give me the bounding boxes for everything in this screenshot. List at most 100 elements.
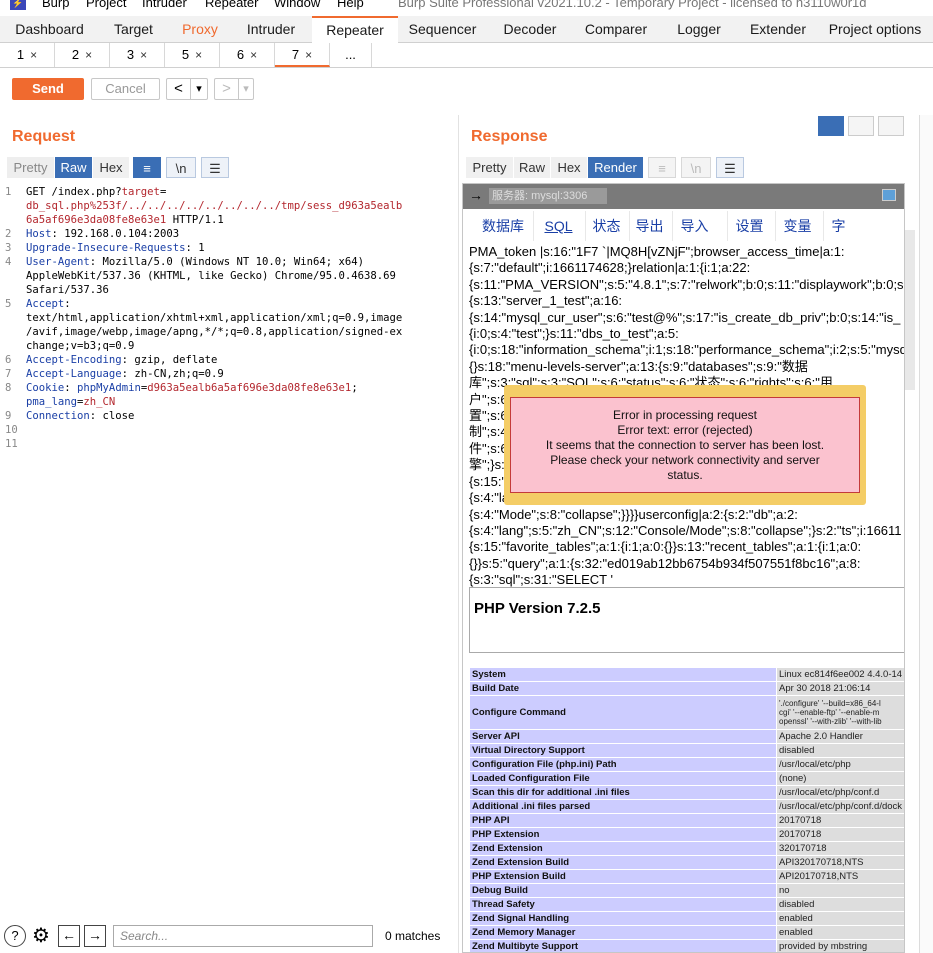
chevron-down-icon[interactable]: ▾	[239, 79, 253, 99]
cancel-button[interactable]: Cancel	[91, 78, 160, 100]
response-view-raw[interactable]: Raw	[514, 157, 550, 178]
response-view-hex[interactable]: Hex	[551, 157, 587, 178]
split-vertical-icon[interactable]	[848, 116, 874, 136]
subtab-5[interactable]: 5 ×	[165, 43, 220, 67]
request-editor[interactable]: 1 GET /index.php?target= db_sql.php%253f/.…	[5, 183, 453, 923]
phpinfo-key: Zend Extension Build	[469, 855, 777, 870]
server-breadcrumb[interactable]: 服务器: mysql:3306	[489, 188, 607, 204]
phpinfo-key: System	[469, 667, 777, 682]
close-icon[interactable]: ×	[250, 48, 257, 62]
tab-repeater[interactable]: Repeater	[312, 16, 398, 43]
split-horizontal-icon[interactable]	[818, 116, 844, 136]
subtab-3[interactable]: 3 ×	[110, 43, 165, 67]
send-button[interactable]: Send	[12, 78, 84, 100]
tab-target[interactable]: Target	[95, 16, 172, 43]
tab-decoder[interactable]: Decoder	[487, 16, 573, 43]
arrow-right-icon[interactable]: →	[469, 187, 483, 203]
wrap-lines-icon[interactable]: ≡	[648, 157, 676, 178]
pma-tab-export[interactable]: 导出	[629, 211, 669, 241]
pma-tab-settings[interactable]: 设置	[727, 211, 771, 241]
php-version-header: PHP Version 7.2.5	[469, 587, 904, 653]
close-icon[interactable]: ×	[85, 48, 92, 62]
phpinfo-value: enabled	[776, 911, 904, 926]
session-line: {s:11:"PMA_VERSION";s:5:"4.8.1";s:7:"rel…	[469, 276, 905, 292]
request-line: text/html,application/xhtml+xml,applicat…	[26, 311, 402, 325]
menu-window[interactable]: Window	[274, 0, 320, 10]
render-view[interactable]: → 服务器: mysql:3306 数据库 SQL 状态 导出 导入 设置 变量…	[462, 183, 905, 953]
phpinfo-row: Zend Memory Manager enabled	[469, 925, 904, 940]
close-icon[interactable]: ×	[140, 48, 147, 62]
gear-icon[interactable]: ⚙	[30, 925, 52, 947]
request-view-hex[interactable]: Hex	[93, 157, 129, 178]
request-token: Host	[26, 228, 52, 240]
request-line: Host: 192.168.0.104:2003	[26, 227, 179, 241]
back-arrow-icon[interactable]: <	[167, 79, 191, 99]
layout-toggle	[818, 116, 906, 136]
menu-icon[interactable]: ☰	[201, 157, 229, 178]
tabs-view-icon[interactable]	[878, 116, 904, 136]
next-match-icon[interactable]: →	[84, 925, 106, 947]
menu-intruder[interactable]: Intruder	[142, 0, 187, 10]
request-line: Accept:	[26, 297, 71, 311]
pma-tab-sql[interactable]: SQL	[533, 211, 583, 241]
tab-logger[interactable]: Logger	[659, 16, 739, 43]
pma-tab-databases[interactable]: 数据库	[477, 211, 529, 241]
tab-sequencer[interactable]: Sequencer	[398, 16, 487, 43]
request-line: Connection: close	[26, 409, 134, 423]
request-token: phpMyAdmin	[77, 382, 141, 394]
response-scrollbar[interactable]	[905, 230, 915, 390]
tab-intruder[interactable]: Intruder	[228, 16, 314, 43]
session-line: {s:4:"Mode";s:8:"collapse";}}}}userconfi…	[469, 506, 798, 522]
help-icon[interactable]: ?	[4, 925, 26, 947]
session-line: {s:15:"favorite_tables";a:1:{i:1;a:0:{}}…	[469, 539, 862, 555]
response-view-render[interactable]: Render	[588, 157, 643, 178]
tab-extender[interactable]: Extender	[739, 16, 817, 43]
menu-help[interactable]: Help	[337, 0, 364, 10]
subtab-new[interactable]: ...	[330, 43, 372, 67]
menu-project[interactable]: Project	[86, 0, 126, 10]
main-tabs: Dashboard Target Proxy Intruder Repeater…	[0, 16, 933, 43]
tab-dashboard[interactable]: Dashboard	[4, 16, 95, 43]
request-token: d963a5ealb6a5af696e3da08fe8e63e1	[147, 382, 352, 394]
pma-tab-variables[interactable]: 变量	[775, 211, 819, 241]
phpinfo-row: Build Date Apr 30 2018 21:06:14	[469, 681, 904, 696]
request-line: Accept-Language: zh-CN,zh;q=0.9	[26, 367, 224, 381]
subtab-6[interactable]: 6 ×	[220, 43, 275, 67]
pma-tab-import[interactable]: 导入	[672, 211, 716, 241]
forward-arrow-icon[interactable]: >	[215, 79, 239, 99]
subtab-7[interactable]: 7 ×	[275, 43, 330, 67]
wrap-lines-icon[interactable]: ≡	[133, 157, 161, 178]
window-title: Burp Suite Professional v2021.10.2 - Tem…	[398, 0, 867, 10]
pma-tab-status[interactable]: 状态	[585, 211, 627, 241]
subtab-1[interactable]: 1 ×	[0, 43, 55, 67]
menu-repeater[interactable]: Repeater	[205, 0, 258, 10]
request-view-raw[interactable]: Raw	[55, 157, 92, 178]
newline-icon[interactable]: \n	[166, 157, 196, 178]
response-view-pretty[interactable]: Pretty	[466, 157, 513, 178]
inspector-collapsed-panel[interactable]	[919, 115, 933, 953]
request-token: : gzip, deflate	[121, 354, 218, 366]
pma-tab-more[interactable]: 字	[823, 211, 853, 241]
tab-proxy[interactable]: Proxy	[172, 16, 228, 43]
close-icon[interactable]: ×	[195, 48, 202, 62]
tab-comparer[interactable]: Comparer	[573, 16, 659, 43]
match-count: 0 matches	[385, 929, 441, 943]
previous-match-icon[interactable]: ←	[58, 925, 80, 947]
tab-project-options[interactable]: Project options	[817, 16, 933, 43]
request-token: AppleWebKit/537.36 (KHTML, like Gecko) C…	[26, 270, 396, 282]
request-view-pretty[interactable]: Pretty	[7, 157, 54, 178]
subtab-2[interactable]: 2 ×	[55, 43, 110, 67]
menu-icon[interactable]: ☰	[716, 157, 744, 178]
session-line: {}}s:5:"query";a:1:{s:32:"ed019ab12bb675…	[469, 555, 861, 571]
close-icon[interactable]: ×	[30, 48, 37, 62]
subtab-label: 2	[71, 47, 80, 62]
search-input[interactable]: Search...	[113, 925, 373, 947]
phpinfo-row: PHP API 20170718	[469, 813, 904, 828]
phpinfo-value: provided by mbstring	[776, 939, 904, 952]
close-icon[interactable]: ×	[305, 48, 312, 62]
newline-icon[interactable]: \n	[681, 157, 711, 178]
chevron-down-icon[interactable]: ▾	[191, 79, 207, 99]
window-icon[interactable]	[882, 189, 896, 201]
menu-burp[interactable]: Burp	[42, 0, 69, 10]
phpinfo-key: Scan this dir for additional .ini files	[469, 785, 777, 800]
